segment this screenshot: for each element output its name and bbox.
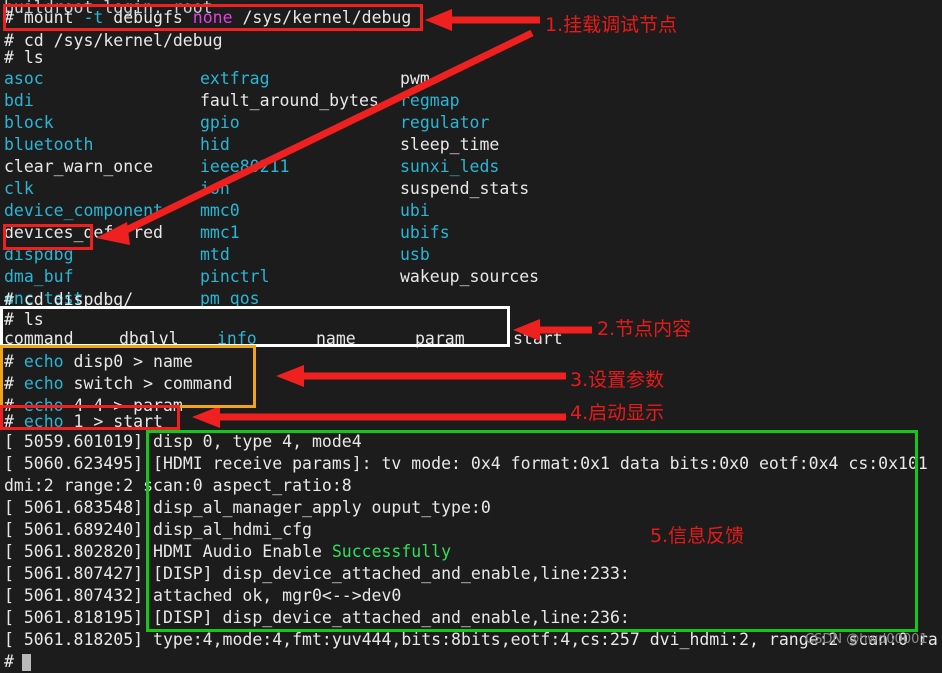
log-message: disp 0, type 4, mode4 <box>153 432 362 451</box>
echo-command-line: # echo disp0 > name <box>4 350 193 373</box>
log-message: HDMI Audio Enable <box>153 542 332 561</box>
terminal-text: 1 > start <box>64 412 163 431</box>
ls-entry: bluetooth <box>4 133 93 156</box>
log-message: [DISP] disp_device_attached_and_enable,l… <box>153 608 630 627</box>
kernel-log-line: [ 5061.683548] disp_al_manager_apply oup… <box>4 496 491 519</box>
log-timestamp: [ 5061.818195] <box>4 608 153 627</box>
kernel-log-line: dmi:2 range:2 scan:0 aspect_ratio:8 <box>4 474 352 497</box>
annotation-label-a2: 2.节点内容 <box>597 314 691 341</box>
ls-entry: extfrag <box>200 67 270 90</box>
log-message: [HDMI receive params]: tv mode: 0x4 form… <box>153 454 928 473</box>
log-timestamp: [ 5061.802820] <box>4 542 153 561</box>
terminal-text: # <box>4 374 24 393</box>
terminal-text: # cd dispdbg/ <box>4 290 133 309</box>
kernel-log-line: [ 5060.623495] [HDMI receive params]: tv… <box>4 452 928 475</box>
dispdbg-node-entry: start <box>513 327 563 350</box>
terminal-text: debugfs <box>103 8 192 27</box>
ls-entry: mtd <box>200 243 230 266</box>
ls-entry: dispdbg <box>4 243 74 266</box>
terminal-text: switch > command <box>64 374 233 393</box>
terminal-text: -t <box>83 8 103 27</box>
ls-entry: fault_around_bytes <box>200 89 379 112</box>
log-timestamp: [ 5061.689240] <box>4 520 153 539</box>
ls-entry: mmc1 <box>200 221 240 244</box>
kernel-log-line: [ 5061.689240] disp_al_hdmi_cfg <box>4 518 312 541</box>
terminal-cursor <box>22 654 31 671</box>
dispdbg-node-entry: name <box>316 327 356 350</box>
kernel-log-line: [ 5061.807432] attached ok, mgr0<-->dev0 <box>4 584 401 607</box>
terminal-text: mount <box>24 8 84 27</box>
terminal-text: disp0 > name <box>64 352 193 371</box>
ls-entry: pm_qos <box>200 287 260 310</box>
terminal-line: # ls <box>4 46 44 69</box>
ls-entry: hid <box>200 133 230 156</box>
log-message: dmi:2 range:2 scan:0 aspect_ratio:8 <box>4 476 352 495</box>
ls-entry: wakeup_sources <box>400 265 539 288</box>
annotation-label-a5: 5.信息反馈 <box>650 521 744 548</box>
mount-command-line: # mount -t debugfs none /sys/kernel/debu… <box>4 6 411 29</box>
final-prompt: # <box>4 650 14 673</box>
annotation-label-a3: 3.设置参数 <box>570 365 664 392</box>
terminal-text: echo <box>24 412 64 431</box>
log-message: [DISP] disp_device_attached_and_enable,l… <box>153 564 630 583</box>
log-timestamp: [ 5060.623495] <box>4 454 153 473</box>
watermark: CSDN @hwd00001 <box>805 632 928 647</box>
dispdbg-node-entry: dbglvl <box>119 327 179 350</box>
ls-entry: bdi <box>4 89 34 112</box>
terminal-text: # <box>4 352 24 371</box>
terminal-text: echo <box>24 374 64 393</box>
ls-entry: ubifs <box>400 221 450 244</box>
terminal-text: # ls <box>4 48 44 67</box>
kernel-log-line: [ 5061.818195] [DISP] disp_device_attach… <box>4 606 630 629</box>
ls-entry: regulator <box>400 111 489 134</box>
kernel-log-line: [ 5061.818205] type:4,mode:4,fmt:yuv444,… <box>4 628 938 651</box>
kernel-log-line: [ 5059.601019] disp 0, type 4, mode4 <box>4 430 362 453</box>
echo-command-line: # echo switch > command <box>4 372 233 395</box>
ls-entry: regmap <box>400 89 460 112</box>
ls-entry: ieee80211 <box>200 155 289 178</box>
log-message: attached ok, mgr0<-->dev0 <box>153 586 401 605</box>
log-timestamp: [ 5061.818205] <box>4 630 153 649</box>
ls-entry: sleep_time <box>400 133 499 156</box>
log-timestamp: [ 5061.807432] <box>4 586 153 605</box>
terminal-window[interactable]: buildroot login: root# mount -t debugfs … <box>0 0 942 652</box>
log-timestamp: [ 5061.807427] <box>4 564 153 583</box>
log-success-text: Successfully <box>332 542 451 561</box>
terminal-text: /sys/kernel/debug <box>233 8 412 27</box>
annotation-label-a1: 1.挂载调试节点 <box>545 10 677 37</box>
annotation-label-a4: 4.启动显示 <box>570 398 664 425</box>
kernel-log-line: [ 5061.807427] [DISP] disp_device_attach… <box>4 562 630 585</box>
ls-entry: usb <box>400 243 430 266</box>
log-message: disp_al_hdmi_cfg <box>153 520 312 539</box>
ls-entry: dma_buf <box>4 265 74 288</box>
log-timestamp: [ 5061.683548] <box>4 498 153 517</box>
terminal-text: # <box>4 8 24 27</box>
kernel-log-line: [ 5061.802820] HDMI Audio Enable Success… <box>4 540 451 563</box>
ls-entry: mmc0 <box>200 199 240 222</box>
terminal-text: # <box>4 652 14 671</box>
terminal-text: # <box>4 412 24 431</box>
ls-entry: clear_warn_once <box>4 155 153 178</box>
ls-entry: gpio <box>200 111 240 134</box>
dispdbg-node-entry: param <box>415 327 465 350</box>
ls-entry: devices_deferred <box>4 221 163 244</box>
log-message: disp_al_manager_apply ouput_type:0 <box>153 498 491 517</box>
log-timestamp: [ 5059.601019] <box>4 432 153 451</box>
ls-entry: sunxi_leds <box>400 155 499 178</box>
dispdbg-node-entry: info <box>217 327 257 350</box>
ls-entry: suspend_stats <box>400 177 529 200</box>
ls-entry: pinctrl <box>200 265 270 288</box>
ls-entry: ion <box>200 177 230 200</box>
terminal-text: none <box>193 8 233 27</box>
ls-entry: asoc <box>4 67 44 90</box>
ls-entry: block <box>4 111 54 134</box>
ls-entry: device_component <box>4 199 163 222</box>
terminal-text: echo <box>24 352 64 371</box>
ls-entry: pwm <box>400 67 430 90</box>
ls-entry: ubi <box>400 199 430 222</box>
dispdbg-node-entry: command <box>4 327 74 350</box>
ls-entry: clk <box>4 177 34 200</box>
